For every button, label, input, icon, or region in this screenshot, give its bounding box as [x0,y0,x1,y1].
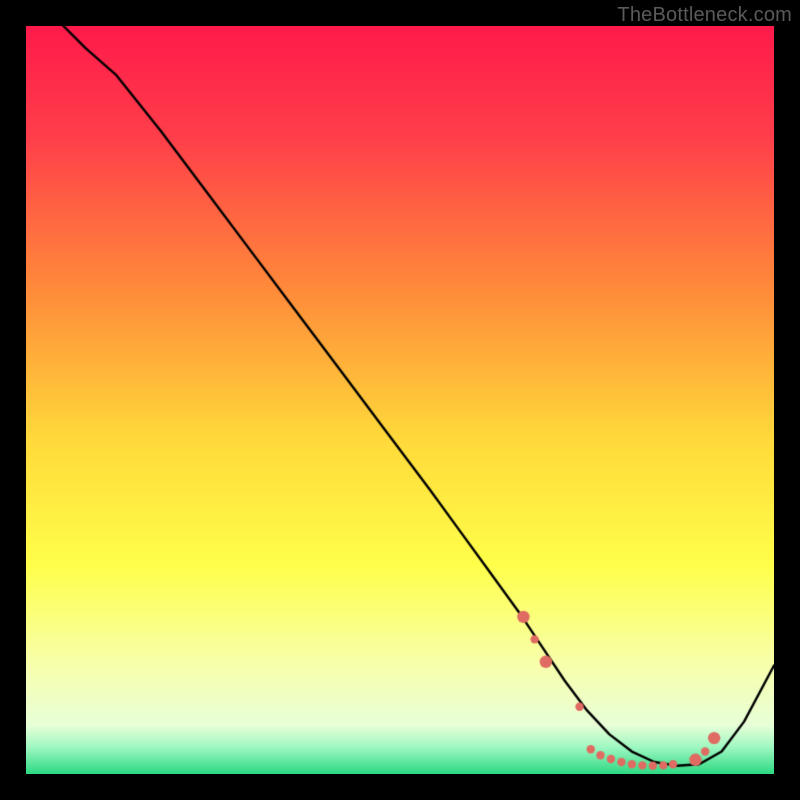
outer-frame: TheBottleneck.com [0,0,800,800]
chart-canvas [26,26,774,774]
watermark-text: TheBottleneck.com [617,4,792,27]
